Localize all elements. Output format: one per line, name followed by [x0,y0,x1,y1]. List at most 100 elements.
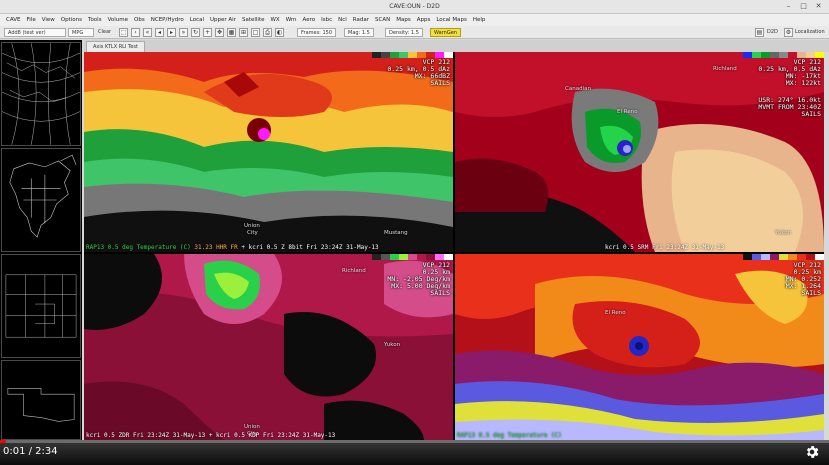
blink-icon[interactable]: ◐ [275,28,284,37]
d2d-perspective-button[interactable]: D2D [767,28,778,37]
menu-isbc[interactable]: Isbc [318,17,335,23]
menu-volume[interactable]: Volume [105,17,131,23]
menu-obs[interactable]: Obs [131,17,148,23]
city-label: El Reno [617,109,638,115]
city-label: Richland [342,268,366,274]
pan-icon[interactable]: ✥ [215,28,224,37]
menu-tools[interactable]: Tools [85,17,105,23]
close-icon[interactable]: ✕ [814,2,823,11]
step-forward-icon[interactable]: ▸ [167,28,176,37]
menu-scan[interactable]: SCAN [372,17,393,23]
thumb-oklahoma[interactable] [1,360,81,440]
panel-specific-differential-phase[interactable]: VCP 212 0.25 km MN: -2.05 Deg/km MX: 5.0… [84,254,453,440]
video-progress-fill [0,440,6,443]
localization-perspective-button[interactable]: Localization [795,28,825,37]
menu-radar[interactable]: Radar [350,17,372,23]
first-frame-icon[interactable]: « [143,28,152,37]
thumb-north-america[interactable] [1,148,81,252]
video-time: 0:01 / 2:34 [3,446,58,457]
correlation-image [455,254,824,440]
step-back-icon[interactable]: ◂ [155,28,164,37]
city-label: Yukon [775,230,792,236]
menu-local[interactable]: Local [187,17,207,23]
kdp-status: kcri 0.5 ZDR Fri 23:24Z 31-May-13 + kcri… [86,432,335,439]
localization-icon[interactable]: ⚙ [784,28,793,37]
sails-label: SAILS [801,110,821,118]
thumb-polar-grid[interactable] [1,42,81,146]
frame-select[interactable]: Add8 (test ver) [4,28,66,37]
panel-correlation-coefficient[interactable]: VCP 212 0.25 km MN: 0.252 MX: 1.264 SAIL… [455,254,824,440]
window-title: CAVE:OUN - D2D [389,3,440,10]
app-window: CAVE:OUN - D2D – □ ✕ CAVE File View Opti… [0,0,829,465]
settings-gear-icon[interactable] [804,444,820,460]
last-frame-icon[interactable]: » [179,28,188,37]
city-label: Yukon [384,342,401,348]
magnification-select[interactable]: Mag: 1.5 [344,28,374,37]
clear-button[interactable]: Clear [98,28,111,37]
menu-ncep-hydro[interactable]: NCEP/Hydro [148,17,187,23]
north-america-map-icon [9,154,77,238]
model-label: RAP13 0.5 deg Temperature (C) [457,432,562,439]
video-player-controls: 0:01 / 2:34 [0,440,829,465]
velocity-legend: VCP 212 0.25 km, 0.5 dAz MN: -17kt MX: 1… [758,59,821,87]
four-panel-icon[interactable]: ⊞ [239,28,248,37]
city-label: City [247,230,258,236]
city-label: El Reno [605,310,626,316]
model-label: RAP13 0.5 deg Temperature (C) [86,244,191,251]
reflectivity-legend: VCP 212 0.25 km, 0.5 dAz MX: 66dBZ SAILS [387,59,450,87]
kdp-legend: VCP 212 0.25 km MN: -2.05 Deg/km MX: 5.0… [387,262,450,297]
product-label: kcri 0.5 SRM Fri 23:24Z 31-May-13 [605,244,725,251]
city-label: Union [244,223,260,229]
sails-label: SAILS [430,79,450,87]
correlation-status: RAP13 0.5 deg Temperature (C) [457,432,562,439]
image-properties-icon[interactable]: ▦ [227,28,236,37]
max-label: MX: 122kt [785,79,821,87]
editor-tab[interactable]: Axis KTLX RLI Test [86,41,145,52]
us-states-map-icon [5,274,77,338]
minimize-icon[interactable]: – [784,2,793,11]
thumb-us-states[interactable] [1,254,81,358]
menu-maps[interactable]: Maps [393,17,413,23]
map-select[interactable]: MPG [68,28,94,37]
kdp-color-bar [372,254,453,260]
single-panel-icon[interactable]: □ [251,28,260,37]
menu-view[interactable]: View [39,17,58,23]
select-pointer-icon[interactable]: ⬚ [119,28,128,37]
zoom-icon[interactable]: + [203,28,212,37]
perspective-icon[interactable]: ▤ [755,28,764,37]
product-label: + kcri 0.5 Z 8bit Fri 23:24Z 31-May-13 [241,244,379,251]
menu-apps[interactable]: Apps [414,17,434,23]
video-progress-bar[interactable] [0,440,829,443]
toolbar: Add8 (test ver) MPG Clear ⬚ ‹ « ◂ ▸ » ↻ … [0,26,829,39]
menu-wx[interactable]: WX [267,17,282,23]
correlation-color-bar [743,254,824,260]
panel-reflectivity[interactable]: VCP 212 0.25 km, 0.5 dAz MX: 66dBZ SAILS… [84,52,453,252]
panel-storm-relative-velocity[interactable]: VCP 212 0.25 km, 0.5 dAz MN: -17kt MX: 1… [455,52,824,252]
menu-aero[interactable]: Aero [300,17,319,23]
sails-label: SAILS [430,289,450,297]
maximize-icon[interactable]: □ [799,2,808,11]
menu-wrn[interactable]: Wrn [283,17,300,23]
city-label: Richland [713,66,737,72]
menu-cave[interactable]: CAVE [3,17,24,23]
menu-file[interactable]: File [24,17,39,23]
correlation-legend: VCP 212 0.25 km MN: 0.252 MX: 1.264 SAIL… [786,262,821,297]
previous-frame-icon[interactable]: ‹ [131,28,140,37]
menu-local-maps[interactable]: Local Maps [433,17,469,23]
menu-help[interactable]: Help [470,17,489,23]
menu-upper-air[interactable]: Upper Air [207,17,239,23]
density-select[interactable]: Density: 1.5 [385,28,423,37]
loop-icon[interactable]: ↻ [191,28,200,37]
menu-options[interactable]: Options [58,17,85,23]
warngen-button[interactable]: WarnGen [430,28,461,37]
reflectivity-status: RAP13 0.5 deg Temperature (C) 31.23 HHR … [86,244,379,251]
product-label: kcri 0.5 ZDR Fri 23:24Z 31-May-13 + kcri… [86,432,336,439]
menu-ncl[interactable]: Ncl [335,17,350,23]
frames-select[interactable]: Frames: 150 [297,28,337,37]
polar-grid-map-icon [2,43,80,145]
storm-motion-legend: USR: 274° 16.0kt MVMT FROM 23:40Z SAILS [758,97,821,118]
menu-satellite[interactable]: Satellite [239,17,268,23]
oklahoma-map-icon [7,388,75,422]
print-icon[interactable]: ⎙ [263,28,272,37]
title-bar: CAVE:OUN - D2D – □ ✕ [0,0,829,14]
